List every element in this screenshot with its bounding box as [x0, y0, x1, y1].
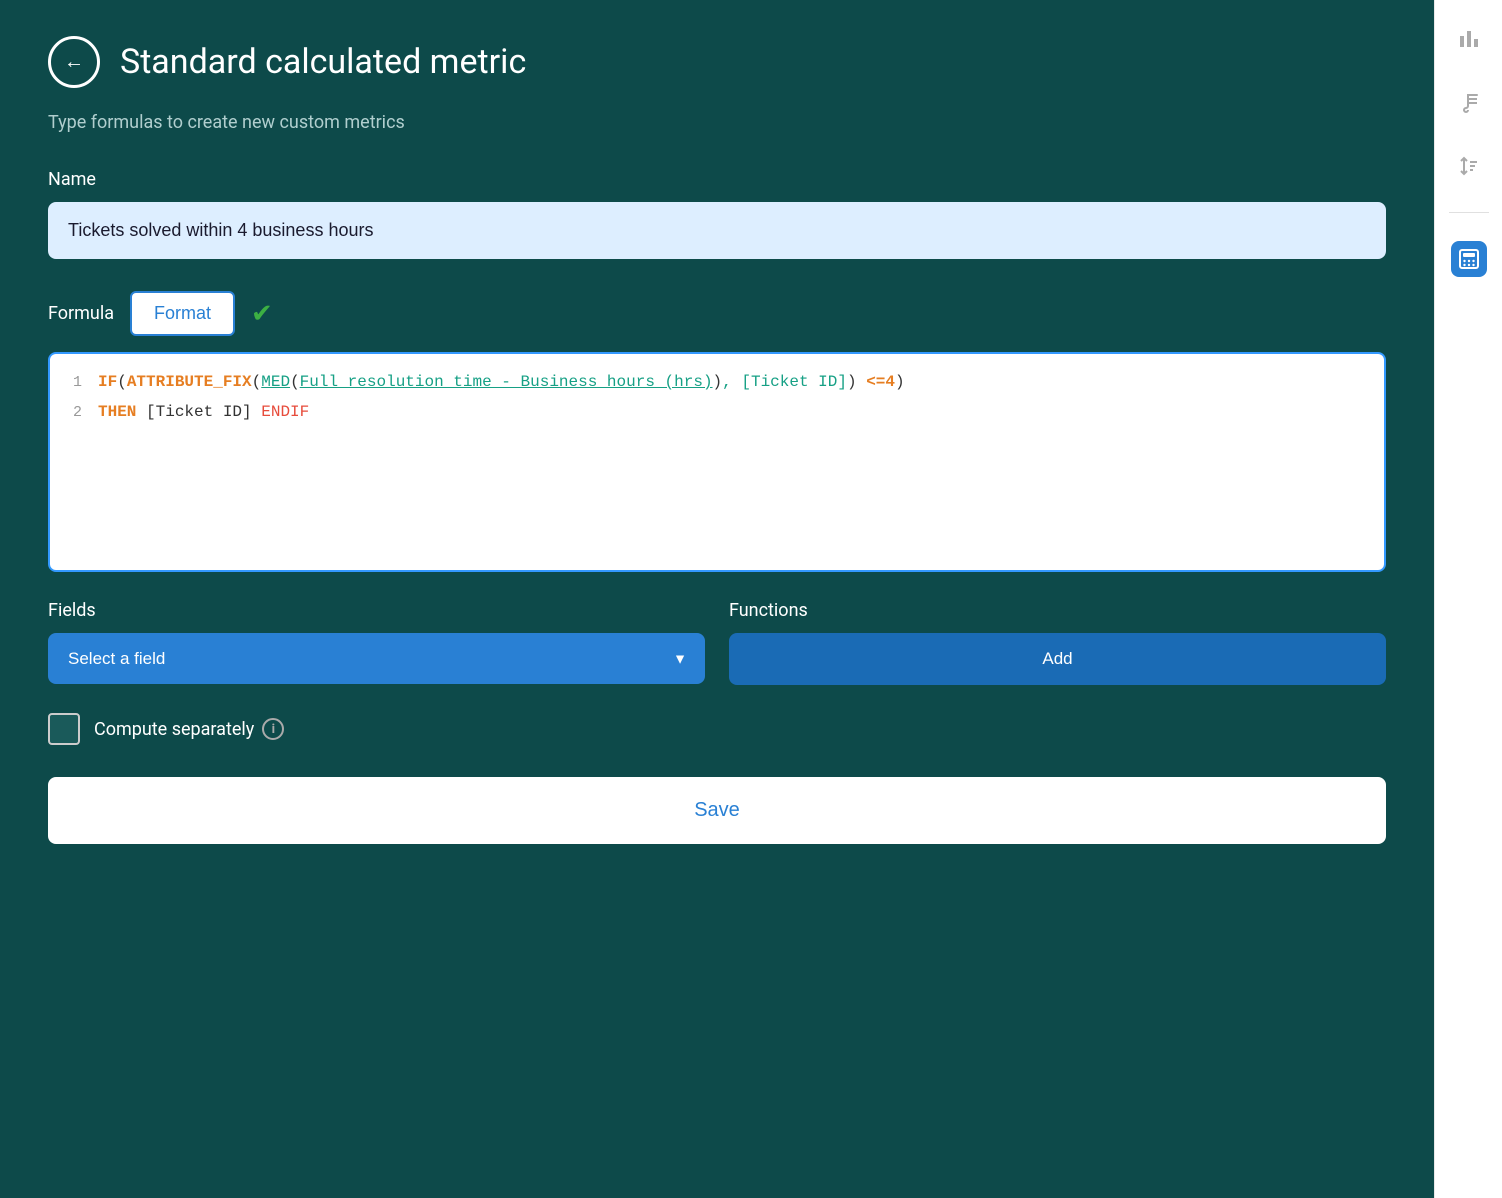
- fields-col: Fields Select a field Ticket ID Full res…: [48, 600, 705, 685]
- brush-icon[interactable]: [1451, 84, 1487, 120]
- compute-checkbox[interactable]: [48, 713, 80, 745]
- select-field-wrapper: Select a field Ticket ID Full resolution…: [48, 633, 705, 684]
- functions-label: Functions: [729, 600, 1386, 621]
- checkmark-icon: ✔: [251, 299, 273, 329]
- code-line-1: 1 IF(ATTRIBUTE_FIX(MED(Full resolution t…: [66, 370, 1368, 394]
- name-label: Name: [48, 169, 1386, 190]
- kw-if: IF: [98, 373, 117, 391]
- name-section: Name: [48, 169, 1386, 291]
- sort-icon[interactable]: [1451, 148, 1487, 184]
- line-number-1: 1: [66, 374, 82, 391]
- back-arrow-icon: ←: [64, 51, 84, 74]
- formula-label: Formula: [48, 303, 114, 324]
- kw-endif: ENDIF: [261, 403, 309, 421]
- line-number-2: 2: [66, 404, 82, 421]
- fields-functions-row: Fields Select a field Ticket ID Full res…: [48, 600, 1386, 685]
- sidebar: [1434, 0, 1502, 1198]
- save-button[interactable]: Save: [48, 777, 1386, 844]
- fields-label: Fields: [48, 600, 705, 621]
- sidebar-divider: [1449, 212, 1489, 213]
- compute-row: Compute separately i: [48, 713, 1386, 745]
- select-field[interactable]: Select a field Ticket ID Full resolution…: [48, 633, 705, 684]
- info-icon[interactable]: i: [262, 718, 284, 740]
- bar-chart-icon[interactable]: [1451, 20, 1487, 56]
- code-editor[interactable]: 1 IF(ATTRIBUTE_FIX(MED(Full resolution t…: [48, 352, 1386, 572]
- calculator-icon[interactable]: [1451, 241, 1487, 277]
- subtitle: Type formulas to create new custom metri…: [48, 112, 1386, 133]
- page-title: Standard calculated metric: [120, 42, 526, 82]
- compute-label: Compute separately i: [94, 718, 284, 740]
- code-content-2: THEN [Ticket ID] ENDIF: [98, 400, 309, 424]
- add-button[interactable]: Add: [729, 633, 1386, 685]
- format-button[interactable]: Format: [130, 291, 235, 336]
- code-line-2: 2 THEN [Ticket ID] ENDIF: [66, 400, 1368, 424]
- kw-then: THEN: [98, 403, 136, 421]
- header: ← Standard calculated metric: [48, 36, 1386, 88]
- main-content: ← Standard calculated metric Type formul…: [0, 0, 1434, 1198]
- formula-row: Formula Format ✔: [48, 291, 1386, 336]
- functions-col: Functions Add: [729, 600, 1386, 685]
- code-content-1: IF(ATTRIBUTE_FIX(MED(Full resolution tim…: [98, 370, 905, 394]
- back-button[interactable]: ←: [48, 36, 100, 88]
- name-input[interactable]: [48, 202, 1386, 259]
